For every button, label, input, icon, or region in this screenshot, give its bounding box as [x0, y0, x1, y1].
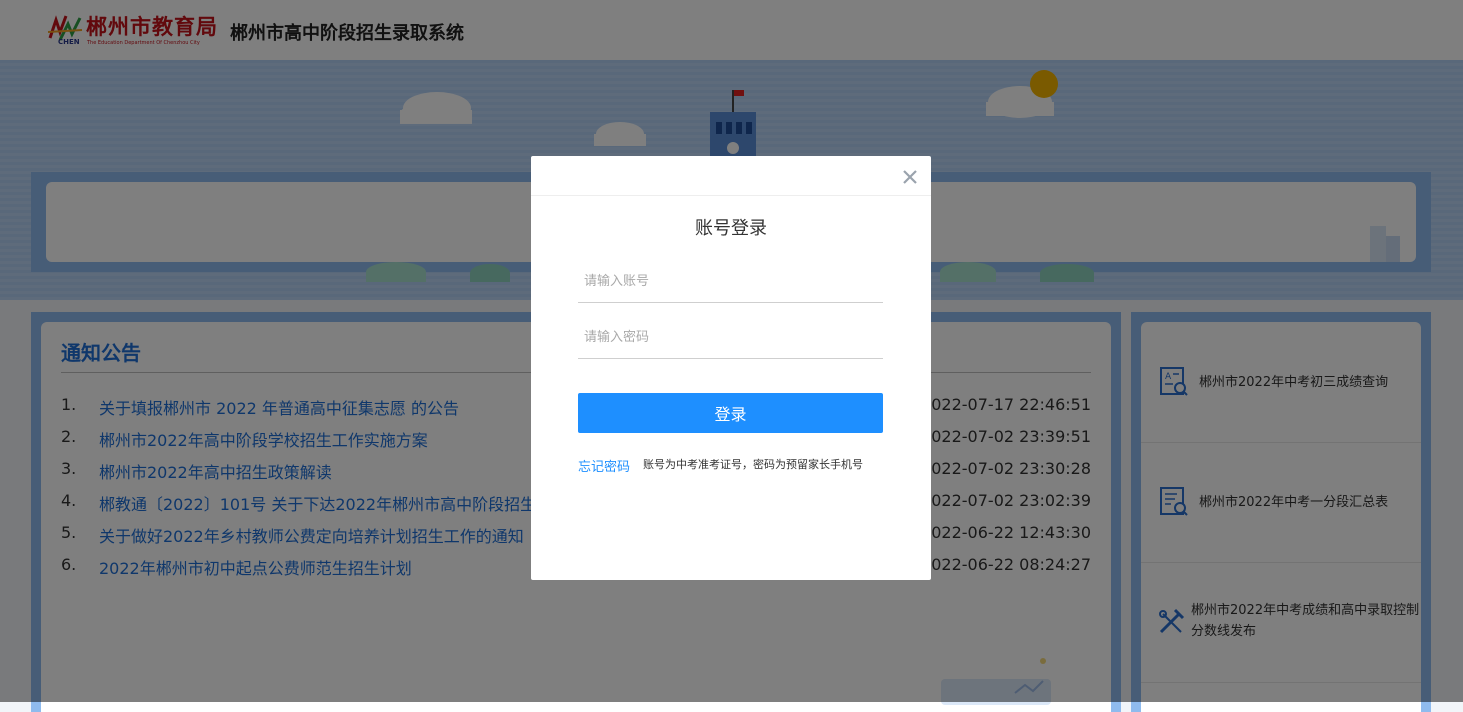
modal-title: 账号登录 — [695, 218, 767, 239]
modal-header-divider — [531, 195, 931, 196]
login-button[interactable]: 登录 — [578, 393, 883, 433]
login-hint: 账号为中考准考证号，密码为预留家长手机号 — [643, 458, 863, 471]
account-field — [578, 258, 886, 304]
forgot-password-link[interactable]: 忘记密码 — [578, 456, 630, 475]
page: CHEN 郴州市教育局 The Education Department Of … — [0, 0, 1463, 712]
login-modal: 账号登录 登录 忘记密码 账号为中考准考证号，密码为预留家长手机号 — [531, 156, 931, 580]
password-input[interactable] — [578, 314, 886, 360]
close-icon[interactable] — [901, 168, 919, 186]
password-field — [578, 314, 886, 360]
account-input[interactable] — [578, 258, 886, 304]
